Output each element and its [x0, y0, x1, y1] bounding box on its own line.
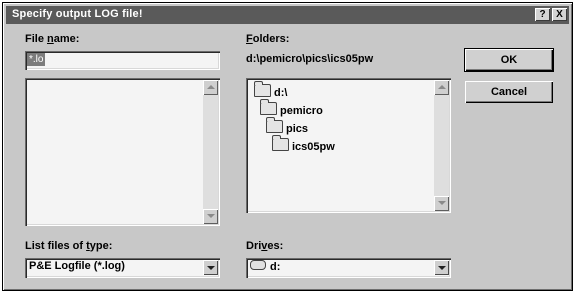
- title-bar[interactable]: Specify output LOG file! ? X: [6, 6, 569, 24]
- folders-label: Folders:: [246, 33, 290, 45]
- close-button[interactable]: X: [552, 8, 567, 21]
- folder-open-icon: [254, 81, 271, 97]
- folder-open-icon: [266, 117, 283, 133]
- arrow-up-icon: [438, 85, 446, 89]
- file-list-scroll-up-button[interactable]: [203, 80, 218, 95]
- file-name-value: *.lo: [27, 53, 46, 66]
- file-name-input[interactable]: *.lo: [25, 51, 220, 70]
- ok-button[interactable]: OK: [464, 48, 554, 72]
- folder-item-pics[interactable]: pics: [266, 117, 308, 136]
- arrow-down-icon: [438, 201, 446, 205]
- file-type-label: List files of type:: [25, 240, 113, 252]
- folder-open-icon: [272, 135, 289, 151]
- help-button[interactable]: ?: [535, 8, 550, 21]
- folder-tree-scroll-up-button[interactable]: [434, 80, 449, 95]
- current-folder-path: d:\pemicro\pics\ics05pw: [246, 53, 374, 65]
- file-type-dropdown-button[interactable]: [203, 260, 218, 275]
- file-list-scroll-down-button[interactable]: [203, 209, 218, 224]
- drives-label: Drives:: [246, 240, 284, 252]
- drives-dropdown-button[interactable]: [434, 260, 449, 275]
- drive-icon: [250, 260, 266, 270]
- chevron-down-icon: [438, 266, 446, 270]
- file-type-select[interactable]: P&E Logfile (*.log): [25, 258, 220, 278]
- arrow-up-icon: [207, 85, 215, 89]
- file-list-scrollbar[interactable]: [203, 80, 218, 224]
- folder-tree-scrollbar[interactable]: [434, 80, 449, 211]
- drives-select[interactable]: d:: [246, 258, 451, 278]
- folder-tree-scroll-down-button[interactable]: [434, 196, 449, 211]
- open-file-dialog: Specify output LOG file! ? X File name: …: [2, 2, 573, 291]
- drives-value: d:: [250, 260, 280, 273]
- file-name-label: File name:: [25, 33, 80, 45]
- folder-item-ics05pw[interactable]: ics05pw: [272, 135, 335, 154]
- file-list[interactable]: [25, 78, 220, 226]
- folder-tree[interactable]: d:\ pemicro pics ics05pw: [246, 78, 451, 213]
- cancel-button[interactable]: Cancel: [465, 81, 553, 103]
- file-type-value: P&E Logfile (*.log): [29, 260, 125, 272]
- folder-item-pemicro[interactable]: pemicro: [260, 99, 323, 118]
- folder-open-icon: [260, 99, 277, 115]
- folder-item-root[interactable]: d:\: [254, 81, 287, 100]
- chevron-down-icon: [207, 266, 215, 270]
- window-title: Specify output LOG file!: [12, 8, 143, 20]
- arrow-down-icon: [207, 214, 215, 218]
